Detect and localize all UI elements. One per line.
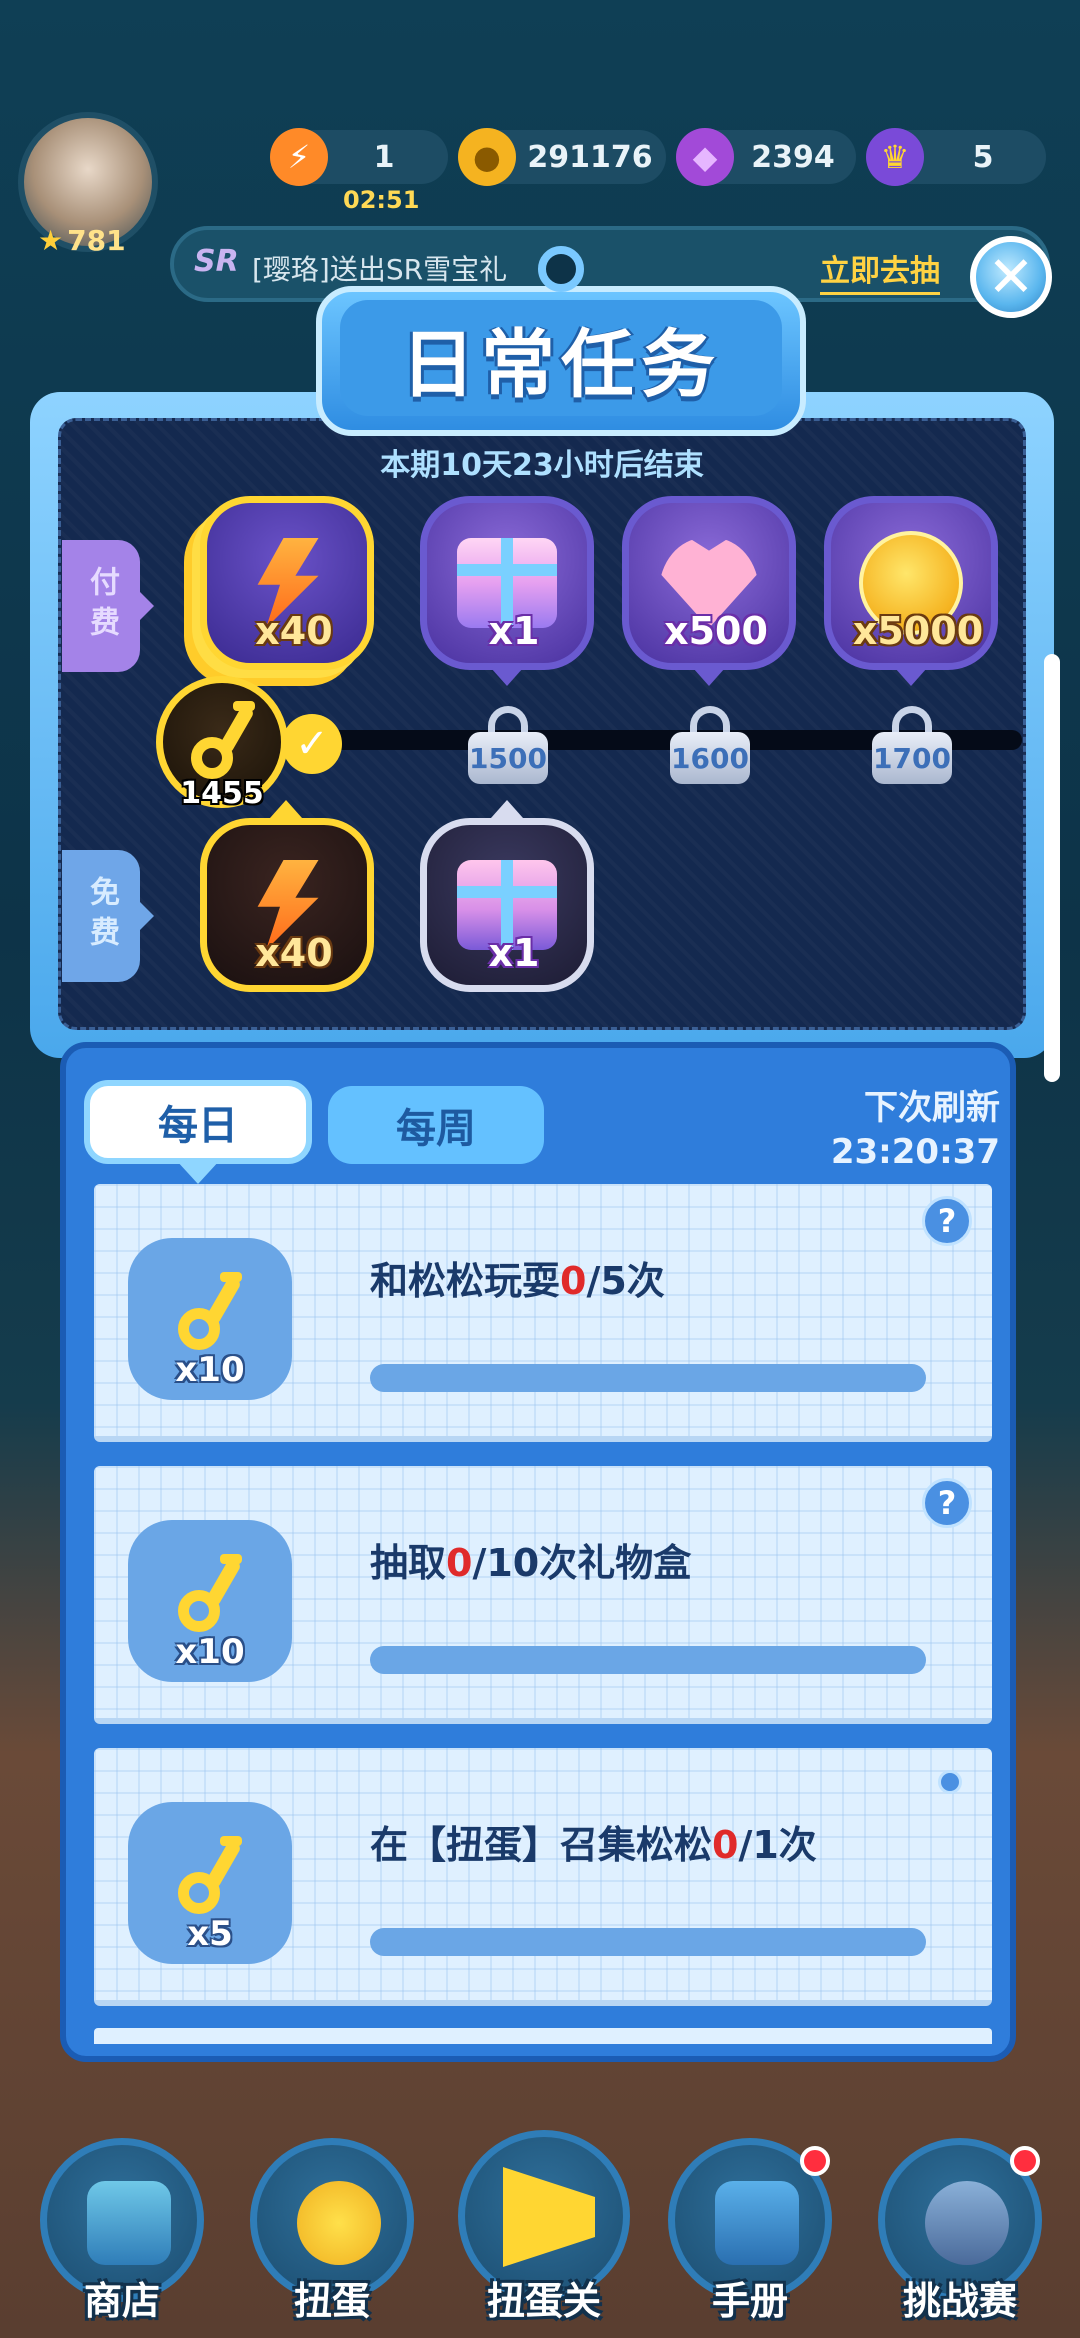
task-description: 抽取0/10次礼物盒 [370,1541,692,1585]
paid-track-label: 付费 [62,540,154,672]
nav-gacha-level-label: 扭蛋关 [486,2279,601,2323]
tab-weekly[interactable]: 每周 [328,1086,544,1164]
task-row[interactable]: x5 在【扭蛋】召集松松0/1次 [94,1748,992,2006]
nav-handbook-label: 手册 [711,2279,788,2323]
key-icon [178,1264,250,1354]
task-description: 和松松玩耍0/5次 [370,1259,665,1303]
nav-gacha-label: 扭蛋 [293,2279,370,2323]
coin-icon: ● [458,128,516,186]
close-button[interactable]: ✕ [970,236,1052,318]
key-icon [191,693,263,783]
free-reward-gift[interactable]: x1 [420,818,594,992]
announcement-text: [璎珞]送出SR雪宝礼 [252,253,508,286]
crown-value: 5 [972,139,994,175]
milestone-lock-1600: 1600 [670,706,750,784]
period-countdown: 本期10天23小时后结束 [380,448,704,483]
task-reward: x10 [128,1238,292,1400]
nav-shop-label: 商店 [83,2279,160,2323]
crown-icon: ♛ [866,128,924,186]
paid-reward-heart[interactable]: x500 [622,496,796,670]
paid-reward-coin[interactable]: x5000 [824,496,998,670]
notification-badge-icon [800,2146,830,2176]
milestone-lock-1700: 1700 [872,706,952,784]
close-icon: ✕ [987,244,1035,310]
task-reward: x5 [128,1802,292,1964]
key-icon [178,1546,250,1636]
claimed-check-icon: ✓ [282,714,342,774]
task-reward: x10 [128,1520,292,1682]
book-icon [715,2181,799,2265]
play-icon [503,2167,595,2267]
refresh-label: 下次刷新 [864,1088,1000,1128]
player-level: ★ 781 [38,224,126,257]
energy-value: 1 [373,139,395,175]
task-description: 在【扭蛋】召集松松0/1次 [370,1823,817,1867]
key-icon [178,1828,250,1918]
gem-value: 2394 [751,139,835,175]
notification-dot-icon [938,1770,962,1794]
gacha-icon [297,2181,381,2265]
task-row-partial [94,2028,992,2044]
task-progress-bar [370,1646,926,1674]
free-reward-energy[interactable]: x40 [200,818,374,992]
sr-badge: SR [194,244,239,279]
energy-bolt-icon: ⚡ [270,128,328,186]
milestone-lock-1500: 1500 [468,706,548,784]
hanger-ring [538,246,584,292]
energy-timer: 02:51 [343,186,420,214]
coin-value: 291176 [527,139,653,175]
paid-reward-gift[interactable]: x1 [420,496,594,670]
task-progress-bar [370,1364,926,1392]
nav-challenge-label: 挑战赛 [902,2279,1017,2323]
star-icon: ★ [38,224,64,257]
help-icon[interactable]: ? [922,1478,972,1528]
refresh-countdown: 下次刷新 23:20:37 [780,1086,1000,1174]
paid-reward-energy[interactable]: x40 [200,496,374,670]
task-progress-bar [370,1928,926,1956]
help-icon[interactable]: ? [922,1196,972,1246]
tab-daily[interactable]: 每日 [84,1080,312,1164]
draw-now-link[interactable]: 立即去抽 [820,246,940,295]
trophy-icon [925,2181,1009,2265]
task-row[interactable]: x10 和松松玩耍0/5次 ? [94,1184,992,1442]
shop-icon [87,2181,171,2265]
gem-icon: ◆ [676,128,734,186]
refresh-time: 23:20:37 [830,1132,1000,1172]
free-track-label: 免费 [62,850,154,982]
notification-badge-icon [1010,2146,1040,2176]
page-title: 日常任务 [401,321,721,408]
scrollbar[interactable] [1044,654,1060,1082]
task-row[interactable]: x10 抽取0/10次礼物盒 ? [94,1466,992,1724]
